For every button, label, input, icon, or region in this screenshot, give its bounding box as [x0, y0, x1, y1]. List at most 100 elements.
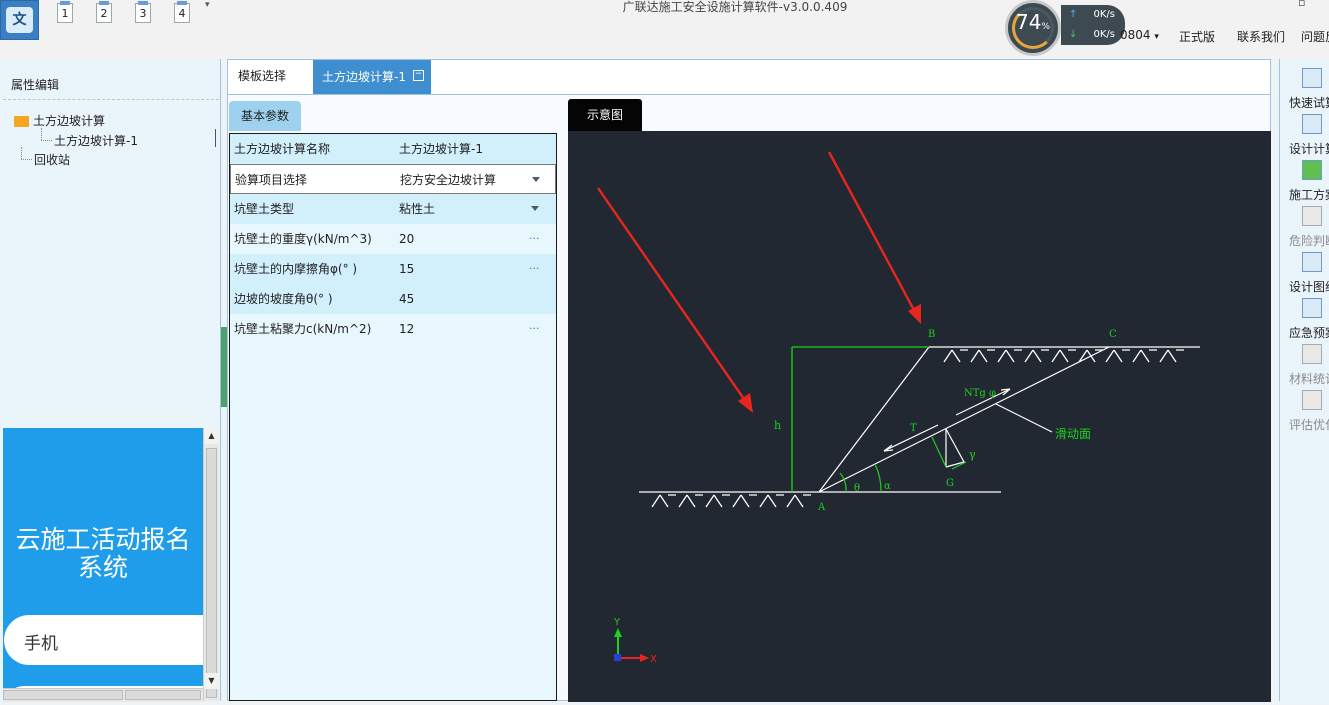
scroll-thumb[interactable] — [206, 448, 217, 698]
ad-horizontal-scrollbar[interactable] — [3, 688, 203, 702]
quick-access-button-3[interactable]: 3 — [135, 1, 151, 23]
list-icon — [1302, 390, 1322, 410]
tree-connector — [41, 128, 42, 140]
gravity-triangle — [945, 428, 965, 468]
network-speed-panel: ↑ 0K/s ↓ 0K/s — [1061, 5, 1125, 45]
app-logo-glyph: 文 — [6, 7, 33, 33]
toolbar-label: 材料统计 — [1289, 372, 1329, 386]
h-scroll-track[interactable] — [125, 690, 201, 700]
alpha-arc — [874, 463, 882, 493]
upload-speed: ↑ 0K/s — [1069, 9, 1121, 20]
toolbar-design-calc[interactable]: 设计计算 — [1280, 111, 1329, 157]
toolbar-design-drawings[interactable]: 设计图纸 — [1280, 249, 1329, 295]
param-value[interactable]: 粘性土 — [399, 194, 435, 224]
theta-arc — [839, 472, 847, 493]
slope-diagram-svg: A B C h θ α T G γ NTg φ 滑动面 Y X — [597, 151, 1200, 665]
app-logo[interactable]: 文 — [0, 0, 39, 40]
restore-window-icon[interactable]: ▫ — [1298, 0, 1305, 9]
quick-access-more-icon[interactable]: ▾ — [205, 0, 210, 10]
h-scroll-thumb[interactable] — [3, 690, 123, 700]
property-divider — [3, 99, 219, 100]
toolbar-label: 施工方案 — [1289, 188, 1329, 202]
param-value[interactable]: 45 — [399, 284, 414, 314]
ad-vertical-scrollbar[interactable]: ▲ ▼ — [203, 428, 219, 701]
user-account-menu[interactable]: 0804 ▾ — [1120, 28, 1159, 42]
tree-node-root[interactable]: 土方边坡计算 — [14, 112, 105, 129]
param-row-unit-weight[interactable]: 坑壁土的重度γ(kN/m^3) 20 ··· — [230, 224, 556, 254]
folder-icon — [14, 116, 29, 127]
annotation-arrow-right-head — [908, 304, 921, 324]
axis-x-arrowhead — [640, 654, 649, 662]
sliding-plane-line — [818, 346, 1110, 493]
slope-diagram: A B C h θ α T G γ NTg φ 滑动面 Y X — [568, 131, 1271, 702]
ad-title: 云施工活动报名 系统 — [3, 526, 203, 582]
tab-template-select[interactable]: 模板选择 — [228, 60, 313, 93]
download-speed: ↓ 0K/s — [1069, 29, 1121, 40]
toolbar-material-stats[interactable]: 材料统计 — [1280, 341, 1329, 387]
tree-node-recycle-bin[interactable]: 回收站 — [34, 151, 70, 168]
param-label: 验算项目选择 — [235, 173, 308, 187]
toolbar-emergency-plan[interactable]: 应急预案 — [1280, 295, 1329, 341]
menu-contact-us[interactable]: 联系我们 — [1237, 28, 1285, 45]
toolbar-label: 快速试算 — [1289, 96, 1329, 110]
param-value[interactable]: 20 — [399, 224, 414, 254]
force-t-arrowhead — [883, 444, 894, 452]
network-speed-widget[interactable]: 74% ↑ 0K/s ↓ 0K/s — [1005, 0, 1125, 56]
download-speed-value: 0K/s — [1093, 29, 1116, 40]
document-tab-bar: 模板选择 土方边坡计算-1 − — [228, 60, 1270, 95]
toolbar-evaluate-optimize[interactable]: 评估优化 — [1280, 387, 1329, 433]
param-row-cohesion[interactable]: 坑壁土粘聚力c(kN/m^2) 12 ··· — [230, 314, 556, 344]
label-ntg: NTg φ — [964, 388, 996, 399]
param-row-friction-angle[interactable]: 坑壁土的内摩擦角φ(° ) 15 ··· — [230, 254, 556, 284]
toolbar-label: 应急预案 — [1289, 326, 1329, 340]
menu-pro-version[interactable]: 正式版 — [1179, 28, 1215, 45]
param-value[interactable]: 15 — [399, 254, 414, 284]
toolbar-label: 评估优化 — [1289, 418, 1329, 432]
property-panel: 属性编辑 土方边坡计算 土方边坡计算-1 回收站 云施工活动报名 系统 手机 ▲ … — [0, 59, 221, 702]
checklist-icon — [1302, 206, 1322, 226]
param-row-check-item[interactable]: 验算项目选择 挖方安全边坡计算 — [230, 164, 556, 194]
ellipsis-icon[interactable]: ··· — [529, 254, 540, 284]
toolbar-label: 设计图纸 — [1289, 280, 1329, 294]
quick-access-button-4[interactable]: 4 — [174, 1, 190, 23]
ellipsis-icon[interactable]: ··· — [529, 224, 540, 254]
toolbar-construction-plan[interactable]: 施工方案 — [1280, 157, 1329, 203]
quick-access-button-2[interactable]: 2 — [96, 1, 112, 23]
tree-connector — [21, 147, 22, 159]
chevron-down-icon[interactable] — [532, 177, 540, 182]
param-value[interactable]: 土方边坡计算-1 — [399, 134, 483, 164]
menu-faq[interactable]: 问题反 — [1301, 28, 1329, 45]
label-theta: θ — [854, 483, 860, 494]
title-bar: 文 1 2 3 4 ▾ 广联达施工安全设施计算软件-v3.0.0.409 ▫ 7… — [0, 0, 1329, 58]
chevron-down-icon: ▾ — [1154, 32, 1159, 42]
param-row-slope-angle[interactable]: 边坡的坡度角θ(° ) 45 — [230, 284, 556, 314]
tab-slope-calc-1-label: 土方边坡计算-1 — [322, 70, 406, 84]
tree-node-child[interactable]: 土方边坡计算-1 — [54, 132, 138, 149]
param-value[interactable]: 12 — [399, 314, 414, 344]
toolbar-risk-judgement[interactable]: 危险判断 — [1280, 203, 1329, 249]
param-label: 土方边坡计算名称 — [234, 142, 331, 156]
tab-close-icon[interactable]: − — [413, 70, 424, 81]
chevron-down-icon[interactable] — [531, 206, 539, 211]
slide-plane-leader — [995, 403, 1053, 433]
toolbar-quick-trial[interactable]: 快速试算 — [1280, 65, 1329, 111]
param-label: 坑壁土类型 — [234, 202, 295, 216]
tab-diagram[interactable]: 示意图 — [568, 99, 642, 131]
scroll-down-icon[interactable]: ▼ — [204, 673, 219, 689]
download-arrow-icon: ↓ — [1069, 29, 1078, 40]
param-row-soil-type[interactable]: 坑壁土类型 粘性土 — [230, 194, 556, 224]
param-row-name[interactable]: 土方边坡计算名称 土方边坡计算-1 — [230, 134, 556, 164]
ad-banner[interactable]: 云施工活动报名 系统 手机 — [3, 428, 203, 701]
scroll-up-icon[interactable]: ▲ — [204, 428, 219, 444]
annotation-arrow-right — [827, 151, 917, 313]
gravity-component-line — [931, 436, 947, 468]
ellipsis-icon[interactable]: ··· — [529, 314, 540, 344]
ad-phone-input[interactable]: 手机 — [4, 615, 203, 665]
param-value[interactable]: 挖方安全边坡计算 — [400, 165, 496, 195]
tab-slope-calc-1[interactable]: 土方边坡计算-1 − — [313, 60, 431, 94]
ad-phone-placeholder: 手机 — [24, 634, 58, 654]
annotation-arrow-left-head — [738, 393, 753, 413]
tab-basic-params[interactable]: 基本参数 — [229, 101, 301, 131]
quick-access-button-1[interactable]: 1 — [57, 1, 73, 23]
label-gamma: γ — [969, 448, 976, 461]
